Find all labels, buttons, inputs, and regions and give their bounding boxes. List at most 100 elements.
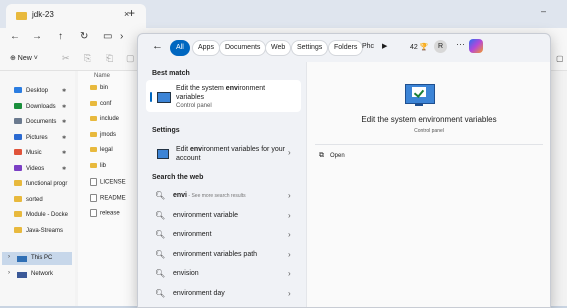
sidebar-item[interactable]: sorted (14, 194, 43, 206)
web-suggestion-item[interactable]: 🔍︎ envision › (146, 264, 301, 283)
chevron-right-icon[interactable]: › (8, 270, 10, 276)
chevron-right-icon[interactable]: › (120, 31, 123, 42)
sidebar-item[interactable]: Downloads ✱ (14, 101, 66, 113)
play-icon[interactable]: ▶ (382, 42, 387, 50)
rename-icon[interactable]: ▢ (126, 53, 135, 64)
chevron-right-icon[interactable]: › (288, 289, 291, 298)
tab-jdk-23[interactable]: jdk-23 × (6, 4, 146, 28)
sidebar-item[interactable]: Module - Docke (14, 209, 68, 221)
filter-tab-photos[interactable]: Phc (362, 40, 374, 54)
sidebar-item[interactable]: Documents ✱ (14, 116, 66, 128)
sidebar-item[interactable]: Videos ✱ (14, 163, 66, 175)
minimize-button[interactable]: – (541, 6, 546, 16)
forward-icon[interactable]: → (32, 31, 42, 42)
list-item[interactable]: include (90, 116, 119, 122)
best-match-subtitle: Control panel (176, 103, 212, 109)
web-suggestion-item[interactable]: 🔍︎ environment day › (146, 284, 301, 303)
filter-tab-documents[interactable]: Documents (219, 40, 267, 56)
sidebar-item-label: Videos (26, 165, 45, 172)
sidebar-item-label: sorted (26, 196, 43, 203)
filter-tab-folders[interactable]: Folders (328, 40, 364, 56)
web-suggestion-item[interactable]: 🔍︎ envi - See more search results › (146, 186, 301, 205)
rewards-points[interactable]: 42 🏆 (410, 43, 428, 51)
pin-icon[interactable]: ✱ (62, 101, 66, 113)
copy-icon[interactable]: ⎘ (84, 53, 91, 64)
selection-indicator (150, 92, 152, 102)
list-item[interactable]: jmods (90, 131, 116, 138)
list-item[interactable]: LICENSE (90, 178, 126, 186)
file-name: README (100, 195, 126, 202)
pin-icon[interactable]: ✱ (62, 163, 66, 175)
details-pane-icon[interactable]: ▢ (556, 54, 564, 63)
filter-tab-all[interactable]: All (170, 40, 190, 56)
column-header-name[interactable]: Name (94, 73, 110, 79)
back-icon[interactable]: ← (152, 40, 163, 52)
file-name: release (100, 210, 120, 217)
control-panel-icon (157, 92, 171, 103)
chevron-right-icon[interactable]: › (288, 250, 291, 259)
pin-icon[interactable]: ✱ (62, 116, 66, 128)
folder-icon (90, 147, 97, 152)
settings-result-item[interactable]: Edit environment variables for your acco… (146, 142, 301, 166)
web-suggestion-label: environment variable (173, 211, 238, 219)
folder-icon (14, 211, 22, 218)
best-match-item[interactable]: Edit the system environment variables Co… (146, 80, 301, 112)
file-name: bin (100, 85, 109, 92)
sidebar-item[interactable]: Desktop ✱ (14, 85, 66, 97)
more-options-icon[interactable]: ··· (456, 39, 465, 49)
list-item[interactable]: release (90, 209, 120, 217)
best-match-heading: Best match (152, 70, 190, 77)
display-icon[interactable]: ▭ (103, 31, 112, 42)
pin-icon[interactable]: ✱ (62, 147, 66, 159)
list-item[interactable]: lib (90, 162, 106, 169)
chevron-right-icon[interactable]: › (288, 269, 291, 278)
start-search-panel: ← All Apps Documents Web Settings Folder… (137, 33, 551, 308)
chevron-right-icon[interactable]: › (288, 230, 291, 239)
up-icon[interactable]: ↑ (58, 31, 63, 42)
search-icon: 🔍︎ (155, 210, 166, 220)
sidebar-item[interactable]: Music ✱ (14, 147, 66, 159)
avatar[interactable]: R (434, 40, 447, 53)
list-item[interactable]: README (90, 193, 126, 202)
sidebar-item[interactable]: functional progr (14, 178, 67, 190)
pin-icon[interactable]: ✱ (62, 132, 66, 144)
folder-icon (90, 116, 97, 121)
list-item[interactable]: conf (90, 100, 111, 107)
web-suggestion-item[interactable]: 🔍︎ environment › (146, 225, 301, 244)
sidebar-item-network[interactable]: › Network (2, 268, 72, 281)
web-suggestion-label: environment variables path (173, 250, 258, 258)
pin-icon[interactable]: ✱ (62, 85, 66, 97)
chevron-right-icon[interactable]: › (288, 211, 291, 220)
chevron-right-icon[interactable]: › (288, 148, 291, 157)
sidebar-item-this-pc[interactable]: › This PC (2, 252, 72, 265)
back-icon[interactable]: ← (10, 31, 20, 42)
paste-icon[interactable]: ⎗ (106, 53, 113, 64)
search-results-list: Best match Edit the system environment v… (138, 62, 306, 307)
sidebar-item[interactable]: Java-Streams (14, 225, 63, 237)
refresh-icon[interactable]: ↻ (80, 31, 88, 42)
settings-icon (157, 149, 169, 159)
divider (315, 144, 543, 145)
web-suggestion-item[interactable]: 🔍︎ environment variables path › (146, 245, 301, 264)
list-item[interactable]: bin (90, 85, 108, 91)
cut-icon[interactable]: ✂ (62, 53, 70, 64)
new-tab-button[interactable]: + (128, 6, 135, 20)
open-action[interactable]: ⧉ Open (319, 152, 345, 160)
new-button[interactable]: ⊕ New ˅ (10, 54, 38, 62)
web-suggestion-item[interactable]: 🔍︎ environment variable › (146, 206, 301, 225)
filter-tab-web[interactable]: Web (265, 40, 292, 56)
filter-tab-apps[interactable]: Apps (192, 40, 220, 56)
chevron-right-icon[interactable]: › (8, 254, 10, 260)
folder-icon (14, 118, 22, 125)
folder-icon (14, 149, 22, 156)
sidebar-item[interactable]: Pictures ✱ (14, 132, 66, 144)
sidebar-item-label: Network (31, 271, 54, 277)
sidebar-item-label: Music (26, 150, 42, 156)
list-item[interactable]: legal (90, 147, 113, 153)
folder-icon (90, 162, 97, 168)
chevron-right-icon[interactable]: › (288, 191, 291, 200)
copilot-icon[interactable] (469, 39, 483, 53)
computer-icon (17, 256, 27, 262)
detail-title: Edit the system environment variables (361, 115, 497, 124)
filter-tab-settings[interactable]: Settings (291, 40, 329, 56)
